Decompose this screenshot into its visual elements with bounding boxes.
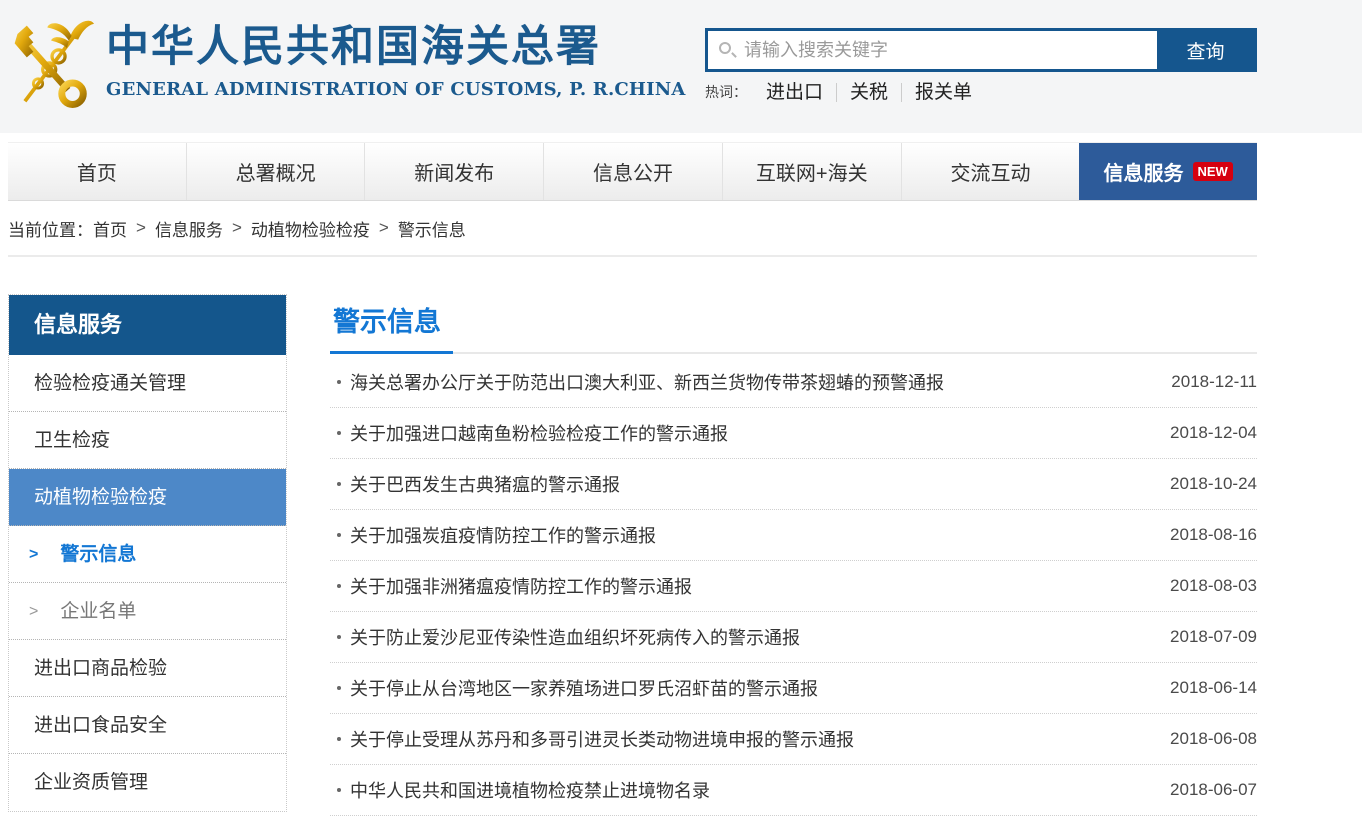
new-badge: NEW xyxy=(1193,162,1233,182)
search-bar: 查询 xyxy=(705,28,1257,72)
page-title-wrap: 警示信息 xyxy=(330,294,1257,354)
bullet-icon xyxy=(337,482,341,486)
breadcrumb-separator: > xyxy=(136,218,146,238)
breadcrumb: 当前位置： 首页 > 信息服务 > 动植物检验检疫 > 警示信息 xyxy=(8,201,1257,257)
news-link[interactable]: 中华人民共和国进境植物检疫禁止进境物名录 xyxy=(350,777,1150,803)
nav-item-label: 信息服务 xyxy=(1104,157,1184,186)
search-area: 查询 热词： 进出口 关税 报关单 xyxy=(705,28,1257,102)
sidebar-item-enterprise-qualification[interactable]: 企业资质管理 xyxy=(9,754,286,811)
main-panel: 警示信息 海关总署办公厅关于防范出口澳大利亚、新西兰货物传带茶翅蝽的预警通报 2… xyxy=(330,294,1257,816)
news-link[interactable]: 海关总署办公厅关于防范出口澳大利亚、新西兰货物传带茶翅蝽的预警通报 xyxy=(350,369,1151,395)
news-link[interactable]: 关于加强进口越南鱼粉检验检疫工作的警示通报 xyxy=(350,420,1150,446)
customs-emblem-logo xyxy=(10,12,94,112)
site-header: 中华人民共和国海关总署 GENERAL ADMINISTRATION OF CU… xyxy=(0,0,1362,133)
news-link[interactable]: 关于加强非洲猪瘟疫情防控工作的警示通报 xyxy=(350,573,1150,599)
list-item: 关于加强进口越南鱼粉检验检疫工作的警示通报 2018-12-04 xyxy=(330,408,1257,459)
news-date: 2018-12-11 xyxy=(1171,372,1257,392)
list-item: 关于巴西发生古典猪瘟的警示通报 2018-10-24 xyxy=(330,459,1257,510)
bullet-icon xyxy=(337,635,341,639)
news-date: 2018-12-04 xyxy=(1170,423,1257,443)
sidebar-subitem-enterprise-list[interactable]: > 企业名单 xyxy=(9,583,286,640)
list-item: 关于停止从台湾地区一家养殖场进口罗氏沼虾苗的警示通报 2018-06-14 xyxy=(330,663,1257,714)
main-nav: 首页 总署概况 新闻发布 信息公开 互联网+海关 交流互动 信息服务 NEW xyxy=(8,142,1257,201)
page-title: 警示信息 xyxy=(330,300,453,354)
breadcrumb-separator: > xyxy=(232,218,242,238)
news-date: 2018-08-16 xyxy=(1170,525,1257,545)
breadcrumb-separator: > xyxy=(379,218,389,238)
bullet-icon xyxy=(337,380,341,384)
bullet-icon xyxy=(337,737,341,741)
news-link[interactable]: 关于防止爱沙尼亚传染性造血组织坏死病传入的警示通报 xyxy=(350,624,1150,650)
sidebar-item-health-quarantine[interactable]: 卫生检疫 xyxy=(9,412,286,469)
sidebar-subitem-label: 警示信息 xyxy=(60,526,136,583)
hotword-link[interactable]: 进出口 xyxy=(753,83,836,102)
search-button[interactable]: 查询 xyxy=(1157,31,1254,69)
bullet-icon xyxy=(337,533,341,537)
hotword-link[interactable]: 关税 xyxy=(836,83,901,102)
site-title-en: GENERAL ADMINISTRATION OF CUSTOMS, P. R.… xyxy=(106,79,686,100)
nav-item-home[interactable]: 首页 xyxy=(8,143,186,200)
sidebar-item-food-safety[interactable]: 进出口食品安全 xyxy=(9,697,286,754)
list-item: 海关总署办公厅关于防范出口澳大利亚、新西兰货物传带茶翅蝽的预警通报 2018-1… xyxy=(330,357,1257,408)
search-input[interactable] xyxy=(708,31,1157,69)
breadcrumb-link-quarantine[interactable]: 动植物检验检疫 xyxy=(251,216,370,241)
sidebar-subitem-label: 企业名单 xyxy=(60,583,136,640)
bullet-icon xyxy=(337,686,341,690)
news-date: 2018-06-07 xyxy=(1170,780,1257,800)
sidebar-title[interactable]: 信息服务 xyxy=(9,295,286,355)
news-date: 2018-10-24 xyxy=(1170,474,1257,494)
news-link[interactable]: 关于停止从台湾地区一家养殖场进口罗氏沼虾苗的警示通报 xyxy=(350,675,1150,701)
hotwords-label: 热词： xyxy=(705,82,747,102)
breadcrumb-link-home[interactable]: 首页 xyxy=(93,216,127,241)
chevron-right-icon: > xyxy=(29,526,38,583)
site-title-cn: 中华人民共和国海关总署 xyxy=(106,24,686,71)
sidebar-item-clearance-mgmt[interactable]: 检验检疫通关管理 xyxy=(9,355,286,412)
list-item: 关于防止爱沙尼亚传染性造血组织坏死病传入的警示通报 2018-07-09 xyxy=(330,612,1257,663)
news-date: 2018-07-09 xyxy=(1170,627,1257,647)
breadcrumb-link-info-service[interactable]: 信息服务 xyxy=(155,216,223,241)
brand: 中华人民共和国海关总署 GENERAL ADMINISTRATION OF CU… xyxy=(10,12,686,112)
hotwords: 热词： 进出口 关税 报关单 xyxy=(705,82,1257,102)
nav-item-internet-customs[interactable]: 互联网+海关 xyxy=(722,143,901,200)
search-icon xyxy=(719,42,731,54)
breadcrumb-current: 警示信息 xyxy=(398,216,466,241)
list-item: 关于加强炭疽疫情防控工作的警示通报 2018-08-16 xyxy=(330,510,1257,561)
list-item: 中华人民共和国进境植物检疫禁止进境物名录 2018-06-07 xyxy=(330,765,1257,816)
hotword-link[interactable]: 报关单 xyxy=(901,83,985,102)
chevron-right-icon: > xyxy=(29,583,38,640)
news-link[interactable]: 关于巴西发生古典猪瘟的警示通报 xyxy=(350,471,1150,497)
bullet-icon xyxy=(337,788,341,792)
sidebar-item-commodity-inspection[interactable]: 进出口商品检验 xyxy=(9,640,286,697)
nav-item-info-service[interactable]: 信息服务 NEW xyxy=(1079,143,1257,200)
news-list: 海关总署办公厅关于防范出口澳大利亚、新西兰货物传带茶翅蝽的预警通报 2018-1… xyxy=(330,357,1257,816)
breadcrumb-label: 当前位置： xyxy=(8,216,93,241)
news-date: 2018-06-14 xyxy=(1170,678,1257,698)
nav-item-news[interactable]: 新闻发布 xyxy=(364,143,543,200)
news-date: 2018-06-08 xyxy=(1170,729,1257,749)
sidebar-subitem-warning-info[interactable]: > 警示信息 xyxy=(9,526,286,583)
nav-item-overview[interactable]: 总署概况 xyxy=(186,143,365,200)
list-item: 关于加强非洲猪瘟疫情防控工作的警示通报 2018-08-03 xyxy=(330,561,1257,612)
nav-item-info-disclosure[interactable]: 信息公开 xyxy=(543,143,722,200)
content: 信息服务 检验检疫通关管理 卫生检疫 动植物检验检疫 > 警示信息 > 企业名单… xyxy=(8,257,1362,816)
list-item: 关于停止受理从苏丹和多哥引进灵长类动物进境申报的警示通报 2018-06-08 xyxy=(330,714,1257,765)
news-date: 2018-08-03 xyxy=(1170,576,1257,596)
bullet-icon xyxy=(337,584,341,588)
bullet-icon xyxy=(337,431,341,435)
news-link[interactable]: 关于停止受理从苏丹和多哥引进灵长类动物进境申报的警示通报 xyxy=(350,726,1150,752)
nav-item-interaction[interactable]: 交流互动 xyxy=(901,143,1080,200)
news-link[interactable]: 关于加强炭疽疫情防控工作的警示通报 xyxy=(350,522,1150,548)
sidebar-item-animal-plant-quarantine[interactable]: 动植物检验检疫 xyxy=(9,469,286,526)
sidebar: 信息服务 检验检疫通关管理 卫生检疫 动植物检验检疫 > 警示信息 > 企业名单… xyxy=(8,294,287,812)
